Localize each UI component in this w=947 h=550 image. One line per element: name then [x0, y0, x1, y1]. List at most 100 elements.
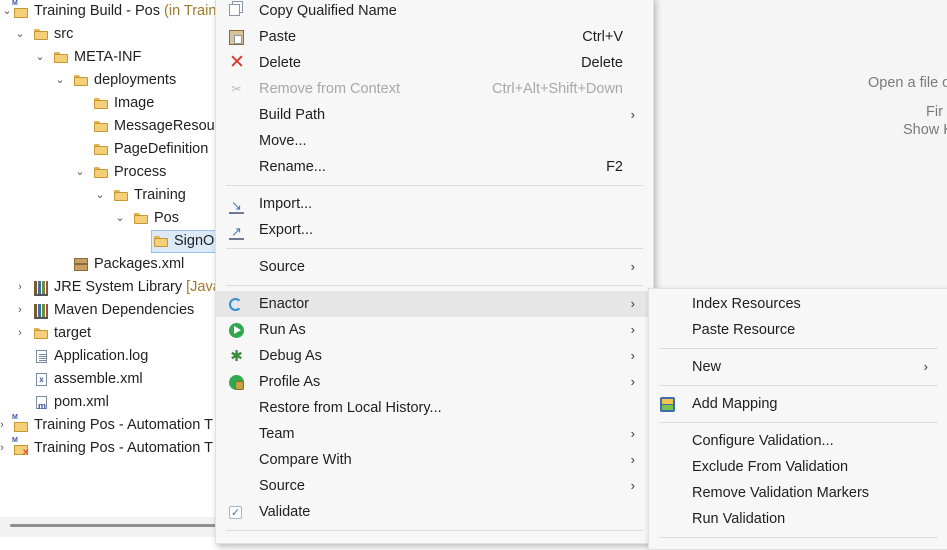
tree-item-training-pos-automation-1[interactable]: › Training Pos - Automation T [0, 414, 216, 437]
profile-icon [229, 375, 244, 390]
tree-item-maven-dependencies[interactable]: › Maven Dependencies [0, 299, 216, 322]
submenu-item-add-mapping[interactable]: Add Mapping [649, 391, 947, 417]
tree-item-label: Application.log [54, 348, 149, 364]
expanded-chevron-icon[interactable]: ⌄ [14, 23, 26, 46]
tree-item-label: Maven Dependencies [54, 302, 195, 318]
folder-icon [134, 212, 148, 225]
menu-item-source-2[interactable]: Source › [216, 473, 653, 499]
submenu-arrow-icon: › [630, 322, 635, 337]
tree-item-jre-system-library[interactable]: › JRE System Library [Java [0, 276, 216, 299]
menu-item-delete[interactable]: Delete Delete [216, 50, 653, 76]
tree-item-decoration: (in Train [164, 3, 216, 19]
tree-item-pagedefinition[interactable]: PageDefinition [0, 138, 216, 161]
collapsed-chevron-icon[interactable]: › [14, 322, 26, 345]
submenu-item-remove-validation-markers[interactable]: Remove Validation Markers [649, 480, 947, 506]
submenu-arrow-icon: › [630, 348, 635, 363]
submenu-item-exclude-from-validation[interactable]: Exclude From Validation [649, 454, 947, 480]
menu-item-source[interactable]: Source › [216, 254, 653, 280]
expanded-chevron-icon[interactable]: ⌄ [74, 161, 86, 184]
menu-separator [659, 422, 938, 423]
tree-item-messageresources[interactable]: MessageResour [0, 115, 216, 138]
menu-item-restore-local-history[interactable]: Restore from Local History... [216, 395, 653, 421]
pom-file-icon [36, 395, 47, 418]
menu-item-paste[interactable]: Paste Ctrl+V [216, 24, 653, 50]
menu-item-debug-as[interactable]: Debug As › [216, 343, 653, 369]
import-icon [229, 193, 244, 219]
paste-icon [229, 30, 244, 45]
folder-icon [114, 189, 128, 202]
submenu-arrow-icon: › [630, 478, 635, 493]
menu-separator [659, 537, 938, 538]
menu-item-export[interactable]: Export... [216, 217, 653, 245]
tree-item-training-build-pos[interactable]: ⌄ Training Build - Pos (in Train [0, 0, 216, 23]
submenu-item-paste-resource[interactable]: Paste Resource [649, 317, 947, 343]
folder-icon [94, 120, 108, 133]
submenu-arrow-icon: › [630, 296, 635, 311]
tree-item-process[interactable]: ⌄ Process [0, 161, 216, 184]
tree-item-application-log[interactable]: Application.log [0, 345, 216, 368]
submenu-arrow-icon: › [923, 359, 928, 374]
expanded-chevron-icon[interactable]: ⌄ [34, 46, 46, 69]
horizontal-scrollbar-track[interactable] [0, 517, 216, 537]
tree-item-assemble-xml[interactable]: assemble.xml [0, 368, 216, 391]
menu-item-compare-with[interactable]: Compare With › [216, 447, 653, 473]
tree-item-packages-xml[interactable]: Packages.xml [0, 253, 216, 276]
expanded-chevron-icon[interactable]: ⌄ [94, 184, 106, 207]
tree-item-label: Pos [154, 210, 179, 226]
folder-icon [34, 28, 48, 41]
shortcut-label: Ctrl+Alt+Shift+Down [492, 81, 623, 97]
menu-item-build-path[interactable]: Build Path › [216, 102, 653, 128]
tree-item-label: deployments [94, 72, 177, 88]
menu-item-team[interactable]: Team › [216, 421, 653, 447]
tree-item-meta-inf[interactable]: ⌄ META-INF [0, 46, 216, 69]
collapsed-chevron-icon[interactable]: › [14, 299, 26, 322]
folder-icon [154, 235, 168, 248]
tree-item-training[interactable]: ⌄ Training [0, 184, 216, 207]
project-icon [12, 0, 28, 18]
tree-item-label: Training Pos - Automation T [34, 440, 213, 456]
tree-item-label: Packages.xml [94, 256, 185, 272]
delete-icon [229, 56, 244, 71]
tree-item-pos[interactable]: ⌄ Pos [0, 207, 216, 230]
tree-item-label: src [54, 26, 74, 42]
tree-item-target[interactable]: › target [0, 322, 216, 345]
folder-icon [94, 166, 108, 179]
menu-item-copy-qualified-name[interactable]: Copy Qualified Name [216, 0, 653, 24]
tree-item-pom-xml[interactable]: pom.xml [0, 391, 216, 418]
tree-item-image[interactable]: Image [0, 92, 216, 115]
folder-icon [94, 97, 108, 110]
submenu-arrow-icon: › [630, 374, 635, 389]
tree-item-signon-selected[interactable]: SignO [0, 230, 216, 253]
remove-context-icon [229, 82, 244, 97]
submenu-item-index-resources[interactable]: Index Resources [649, 291, 947, 317]
menu-item-rename[interactable]: Rename... F2 [216, 154, 653, 180]
expanded-chevron-icon[interactable]: ⌄ [114, 207, 126, 230]
validate-check-icon [229, 506, 242, 521]
tree-item-label: SignO [174, 233, 215, 249]
menu-item-validate[interactable]: Validate [216, 499, 653, 525]
xml-file-icon [36, 373, 47, 386]
editor-hint-open-file: Open a file o [868, 75, 947, 91]
submenu-item-configure-validation[interactable]: Configure Validation... [649, 428, 947, 454]
project-icon [12, 414, 28, 432]
submenu-arrow-icon: › [630, 259, 635, 274]
shortcut-label: Ctrl+V [582, 29, 623, 45]
submenu-item-run-validation[interactable]: Run Validation [649, 506, 947, 532]
menu-item-import[interactable]: Import... [216, 191, 653, 219]
menu-item-enactor[interactable]: Enactor › [216, 291, 653, 317]
collapsed-chevron-icon[interactable]: › [0, 414, 8, 437]
menu-item-profile-as[interactable]: Profile As › [216, 369, 653, 395]
submenu-arrow-icon: › [630, 452, 635, 467]
menu-item-run-as[interactable]: Run As › [216, 317, 653, 343]
collapsed-chevron-icon[interactable]: › [14, 276, 26, 299]
collapsed-chevron-icon[interactable]: › [0, 437, 8, 460]
editor-hint-find: Fir [926, 104, 943, 120]
export-icon [229, 219, 244, 245]
horizontal-scrollbar-thumb[interactable] [10, 524, 216, 527]
menu-item-move[interactable]: Move... [216, 128, 653, 154]
tree-item-training-pos-automation-2[interactable]: › ✕ Training Pos - Automation T [0, 437, 216, 460]
submenu-item-new[interactable]: New › [649, 354, 947, 380]
expanded-chevron-icon[interactable]: ⌄ [54, 69, 66, 92]
tree-item-deployments[interactable]: ⌄ deployments [0, 69, 216, 92]
tree-item-src[interactable]: ⌄ src [0, 23, 216, 46]
